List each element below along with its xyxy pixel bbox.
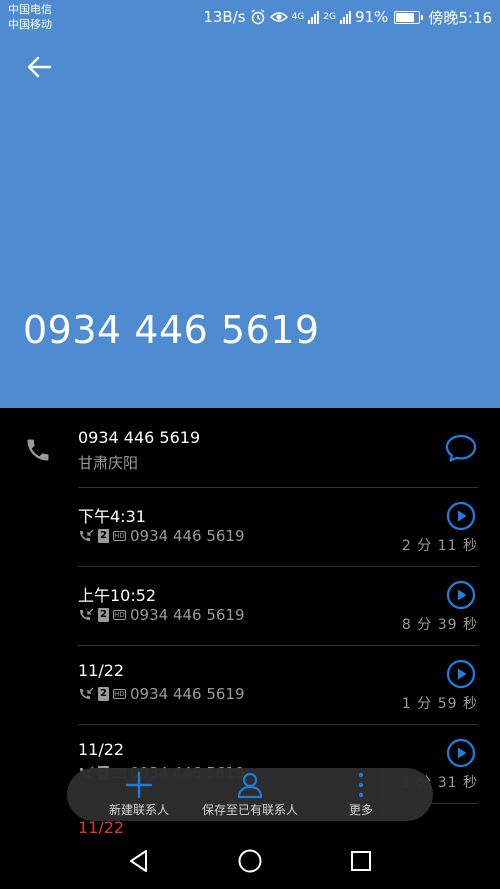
play-recording-icon[interactable] bbox=[446, 580, 476, 610]
sim-badge: 2 bbox=[98, 529, 109, 543]
incoming-call-icon bbox=[80, 529, 94, 541]
carrier-2: 中国移动 bbox=[8, 18, 52, 31]
call-duration: 8 分 39 秒 bbox=[401, 617, 478, 633]
back-arrow-icon[interactable] bbox=[22, 50, 56, 84]
alarm-icon bbox=[251, 9, 264, 25]
call-details: 2 HD 0934 446 5619 bbox=[78, 606, 245, 624]
network-type-2: 2G bbox=[323, 11, 336, 22]
more-vertical-icon bbox=[358, 772, 364, 798]
status-bar: 中国电信 中国移动 13B/s 4G 2G 91% 傍晚5:16 bbox=[0, 0, 500, 34]
network-type-1: 4G bbox=[291, 11, 305, 22]
call-number: 0934 446 5619 bbox=[130, 606, 245, 624]
hd-icon: HD bbox=[113, 689, 126, 699]
call-number: 0934 446 5619 bbox=[130, 685, 245, 703]
battery-icon bbox=[394, 10, 424, 24]
call-number: 0934 446 5619 bbox=[130, 527, 245, 545]
call-time: 11/22 bbox=[78, 740, 125, 759]
divider bbox=[78, 487, 478, 488]
contact-number: 0934 446 5619 bbox=[78, 428, 201, 447]
signal-icon-1 bbox=[308, 10, 320, 24]
sim-badge: 2 bbox=[98, 608, 109, 622]
clock: 傍晚5:16 bbox=[428, 8, 492, 27]
call-log-row[interactable]: 上午10:52 2 HD 0934 446 5619 8 分 39 秒 bbox=[0, 566, 500, 645]
call-duration: 1 分 59 秒 bbox=[401, 696, 478, 712]
divider bbox=[78, 724, 478, 725]
back-nav-icon[interactable] bbox=[126, 848, 152, 874]
home-nav-icon[interactable] bbox=[237, 848, 263, 874]
save-to-existing-label: 保存至已有联系人 bbox=[201, 803, 298, 817]
hd-icon: HD bbox=[113, 531, 126, 541]
new-contact-button[interactable]: 新建联系人 bbox=[89, 768, 189, 821]
navigation-bar bbox=[0, 834, 500, 889]
carrier-1: 中国电信 bbox=[8, 3, 52, 16]
signal-icon-2 bbox=[339, 10, 351, 24]
sim-badge: 2 bbox=[98, 687, 109, 701]
carrier-info: 中国电信 中国移动 bbox=[8, 2, 52, 32]
incoming-call-icon bbox=[80, 608, 94, 620]
phone-icon bbox=[27, 439, 49, 461]
person-icon bbox=[237, 772, 263, 799]
incoming-call-icon bbox=[80, 687, 94, 699]
status-right: 13B/s 4G 2G 91% 傍晚5:16 bbox=[203, 7, 492, 27]
message-icon[interactable] bbox=[444, 432, 478, 464]
play-recording-icon[interactable] bbox=[446, 501, 476, 531]
divider bbox=[78, 566, 478, 567]
contact-number-row[interactable]: 0934 446 5619 甘肃庆阳 bbox=[0, 408, 500, 488]
contact-location: 甘肃庆阳 bbox=[78, 454, 139, 472]
call-time: 11/22 bbox=[78, 661, 125, 680]
play-recording-icon[interactable] bbox=[446, 738, 476, 768]
contact-header: 中国电信 中国移动 13B/s 4G 2G 91% 傍晚5:16 0934 44… bbox=[0, 0, 500, 408]
more-label: 更多 bbox=[348, 803, 373, 817]
save-to-existing-button[interactable]: 保存至已有联系人 bbox=[193, 768, 307, 821]
more-button[interactable]: 更多 bbox=[337, 768, 385, 821]
call-duration: 2 分 11 秒 bbox=[401, 538, 478, 554]
call-log-row[interactable]: 11/22 2 HD 0934 446 5619 1 分 59 秒 bbox=[0, 645, 500, 724]
call-details: 2 HD 0934 446 5619 bbox=[78, 685, 245, 703]
action-bar: 新建联系人 保存至已有联系人 更多 bbox=[67, 768, 433, 821]
call-log-row[interactable]: 下午4:31 2 HD 0934 446 5619 2 分 11 秒 bbox=[0, 487, 500, 566]
call-time: 下午4:31 bbox=[78, 507, 146, 526]
call-time: 上午10:52 bbox=[78, 586, 157, 605]
plus-icon bbox=[125, 771, 153, 799]
play-recording-icon[interactable] bbox=[446, 659, 476, 689]
hd-icon: HD bbox=[113, 610, 126, 620]
divider bbox=[78, 645, 478, 646]
call-details: 2 HD 0934 446 5619 bbox=[78, 527, 245, 545]
header-phone-number: 0934 446 5619 bbox=[23, 308, 320, 352]
network-speed: 13B/s bbox=[203, 8, 246, 26]
new-contact-label: 新建联系人 bbox=[108, 803, 169, 817]
recents-nav-icon[interactable] bbox=[348, 848, 374, 874]
battery-fill bbox=[396, 12, 415, 22]
battery-percent: 91% bbox=[354, 8, 389, 26]
eye-icon bbox=[269, 12, 288, 22]
